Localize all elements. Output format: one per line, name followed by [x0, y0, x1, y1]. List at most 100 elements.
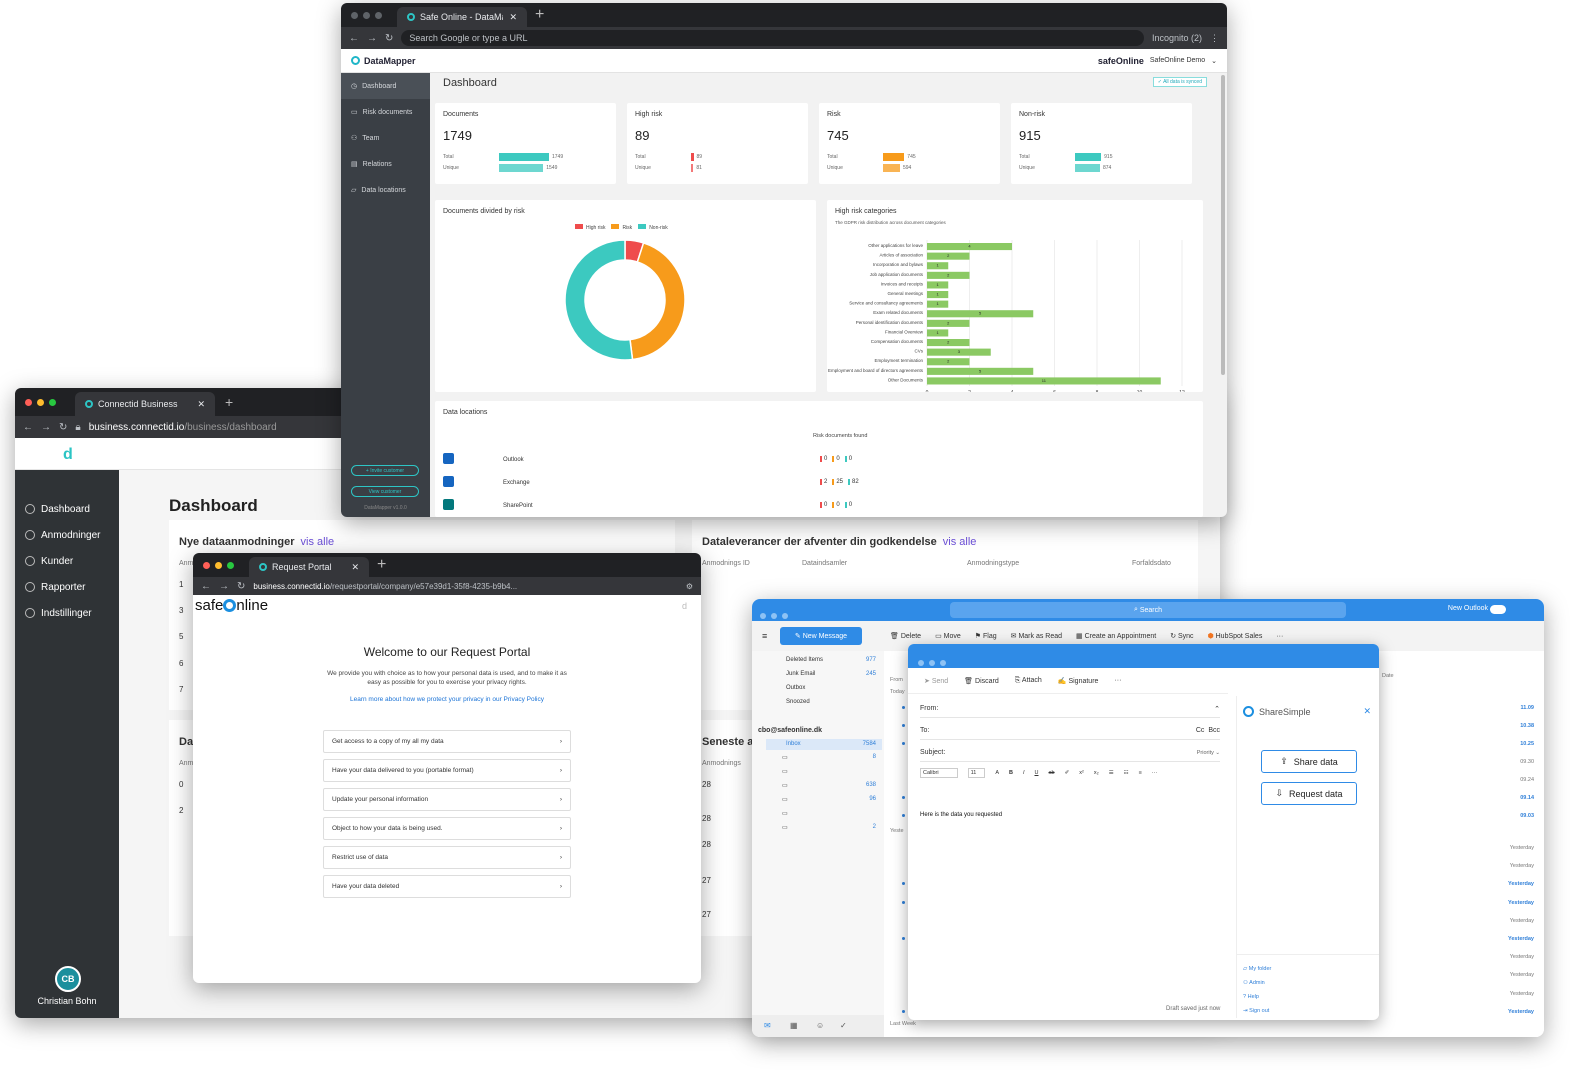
message-time[interactable]: 09.24 [1520, 777, 1534, 783]
help-link[interactable]: ? Help [1243, 994, 1259, 1000]
location-name[interactable]: Exchange [503, 480, 530, 486]
reload-icon[interactable]: ↻ [59, 422, 67, 433]
calendar-icon[interactable]: ▦ [790, 1021, 798, 1030]
stat-card[interactable]: Risk 745 Total 745 Unique 594 [819, 103, 1000, 184]
table-row[interactable]: 2 [179, 806, 183, 815]
toolbar-trash-button[interactable]: 🗑︎ Delete [890, 632, 921, 640]
view-all-link[interactable]: vis alle [943, 536, 977, 548]
sidebar-item-dashboard[interactable]: Dashboard [15, 496, 119, 522]
table-row[interactable]: 0 [179, 780, 183, 789]
message-time[interactable]: 10.38 [1520, 723, 1534, 729]
sidebar-item-relations[interactable]: ▤ Relations [341, 151, 430, 177]
request-option[interactable]: Have your data deleted › [323, 875, 571, 898]
toolbar-calendar-button[interactable]: ▦ Create an Appointment [1076, 632, 1156, 640]
message-time[interactable]: 11.09 [1521, 705, 1534, 711]
subfolder-item[interactable]: ▭ [782, 810, 876, 817]
subscript-icon[interactable]: x₂ [1094, 770, 1099, 776]
folder-item[interactable]: Junk Email 245 [786, 671, 876, 677]
to-field[interactable]: To: Cc Bcc [920, 722, 1220, 740]
extensions-icon[interactable]: ⚙ [686, 582, 693, 591]
close-icon[interactable]: ✕ [1363, 706, 1371, 717]
font-color-icon[interactable]: A [995, 770, 999, 776]
browser-tab[interactable]: Safe Online - DataMapper ✕ [397, 7, 527, 27]
menu-icon[interactable]: ⋮ [1210, 33, 1219, 44]
donut-slice[interactable] [564, 239, 634, 361]
view-customer-button[interactable]: View customer [351, 486, 419, 497]
close-tab-icon[interactable]: ✕ [509, 12, 517, 23]
sign-out-link[interactable]: ⇥ Sign out [1243, 1008, 1269, 1014]
priority-dropdown[interactable]: Priority ⌄ [1197, 750, 1220, 756]
window-controls[interactable] [351, 6, 387, 24]
back-icon[interactable]: ← [201, 581, 211, 592]
table-row[interactable]: 27 [702, 910, 711, 919]
font-size-select[interactable]: 11 [967, 768, 986, 778]
strikethrough-icon[interactable]: ab [1048, 770, 1054, 776]
window-controls[interactable] [25, 393, 61, 411]
table-row[interactable]: 28 [702, 780, 711, 789]
inbox-folder[interactable]: Inbox 7584 [766, 739, 882, 750]
window-controls[interactable] [908, 644, 1379, 671]
invite-customer-button[interactable]: + Invite customer [351, 465, 419, 476]
sidebar-item-data-locations[interactable]: ▱ Data locations [341, 177, 430, 203]
numbering-icon[interactable]: ☷ [1124, 770, 1129, 776]
sidebar-item-team[interactable]: ⚇ Team [341, 125, 430, 151]
close-tab-icon[interactable]: ✕ [197, 399, 205, 410]
compose-attach-button[interactable]: ⎘ Attach [1015, 677, 1042, 685]
url-input[interactable]: Search Google or type a URL [401, 30, 1144, 46]
incognito-badge[interactable]: Incognito (2) [1152, 33, 1202, 43]
forward-icon[interactable]: → [219, 581, 229, 592]
sidebar-item-dashboard[interactable]: ◷ Dashboard [341, 73, 430, 99]
subject-field[interactable]: Subject: Priority ⌄ [920, 744, 1220, 762]
message-time[interactable]: 09.30 [1520, 759, 1534, 765]
donut-slice[interactable] [629, 241, 686, 361]
subfolder-item[interactable]: ▭ 638 [782, 782, 876, 789]
request-option[interactable]: Update your personal information › [323, 788, 571, 811]
my-folder-link[interactable]: ▱ My folder [1243, 966, 1271, 972]
url-field[interactable]: business.connectid.io/requestportal/comp… [253, 582, 677, 591]
highlight-icon[interactable]: ✐ [1065, 770, 1070, 776]
date-column-header[interactable]: Date [1382, 673, 1394, 679]
account-name[interactable]: cbo@safeonline.dk [758, 727, 822, 734]
subfolder-item[interactable]: ▭ 2 [782, 824, 876, 831]
message-time[interactable]: Yesterday [1510, 991, 1534, 997]
new-tab-icon[interactable]: + [535, 6, 544, 24]
new-tab-icon[interactable]: + [225, 394, 233, 410]
message-time[interactable]: 09.03 [1520, 813, 1534, 819]
sidebar-item-indstillinger[interactable]: Indstillinger [15, 600, 119, 626]
view-all-link[interactable]: vis alle [301, 536, 335, 548]
privacy-policy-link[interactable]: Learn more about how we protect your pri… [193, 696, 701, 703]
forward-icon[interactable]: → [367, 33, 377, 44]
avatar[interactable]: CB [55, 966, 81, 992]
italic-icon[interactable]: I [1023, 770, 1025, 776]
message-time[interactable]: Yesterday [1510, 918, 1534, 924]
message-time[interactable]: Yesterday [1508, 900, 1534, 906]
reload-icon[interactable]: ↻ [385, 33, 393, 44]
bullets-icon[interactable]: ☰ [1109, 770, 1114, 776]
new-tab-icon[interactable]: + [377, 556, 386, 574]
toolbar-move-button[interactable]: ▭ Move [935, 632, 961, 640]
bcc-button[interactable]: Bcc [1208, 727, 1220, 734]
subfolder-item[interactable]: ▭ 96 [782, 796, 876, 803]
message-time[interactable]: Yesterday [1510, 863, 1534, 869]
share-data-button[interactable]: ⇪ Share data [1261, 750, 1357, 773]
more-format-icon[interactable]: ··· [1152, 770, 1158, 776]
chevron-up-icon[interactable]: ⌃ [1214, 705, 1220, 713]
account-menu[interactable]: safeOnline SafeOnline Demo ⌄ [1098, 56, 1217, 66]
hamburger-icon[interactable]: ≡ [762, 631, 767, 641]
message-time[interactable]: 10.25 [1520, 741, 1534, 747]
compose-signature-button[interactable]: ✍ Signature [1058, 677, 1099, 685]
new-outlook-toggle[interactable] [1490, 605, 1506, 614]
back-icon[interactable]: ← [23, 422, 33, 433]
window-controls[interactable] [203, 556, 239, 574]
message-time[interactable]: Yesterday [1508, 881, 1534, 887]
message-time[interactable]: Yesterday [1508, 1009, 1534, 1015]
table-row[interactable]: 5 [179, 632, 183, 641]
toolbar-flag-button[interactable]: ⚑ Flag [975, 632, 997, 640]
table-row[interactable]: 7 [179, 685, 183, 694]
location-name[interactable]: SharePoint [503, 503, 533, 509]
table-row[interactable]: 1 [179, 580, 183, 589]
request-option[interactable]: Object to how your data is being used. › [323, 817, 571, 840]
tasks-icon[interactable]: ✓ [840, 1021, 847, 1030]
font-select[interactable]: Calibri [920, 768, 958, 778]
mail-icon[interactable]: ✉ [764, 1021, 771, 1030]
